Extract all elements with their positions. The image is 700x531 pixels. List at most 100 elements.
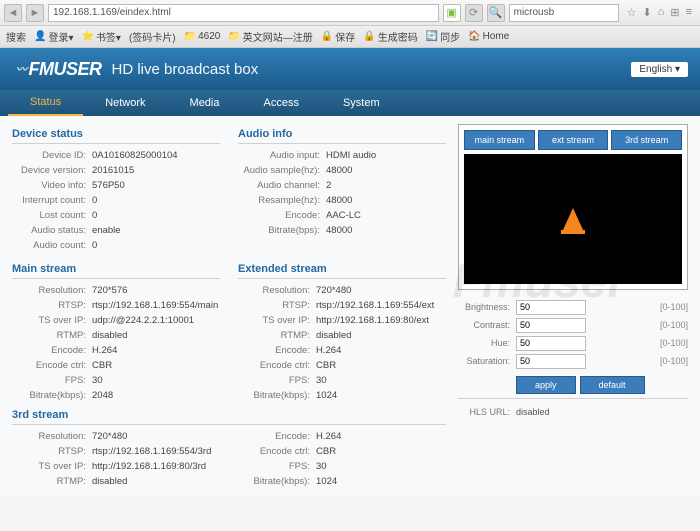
hls-value: disabled xyxy=(516,403,550,421)
bookmark-item[interactable]: (签码卡片) xyxy=(129,29,176,44)
section-ext-stream: Extended stream xyxy=(238,263,446,275)
product-title: HD live broadcast box xyxy=(112,61,259,78)
back-button[interactable]: ◄ xyxy=(4,4,22,22)
hls-label: HLS URL: xyxy=(458,403,516,421)
forward-button[interactable]: ► xyxy=(26,4,44,22)
section-main-stream: Main stream xyxy=(12,263,220,275)
row-value: udp://@224.2.2.1:10001 xyxy=(92,313,194,328)
row-label: Audio channel: xyxy=(238,178,326,193)
row-label: Bitrate(kbps): xyxy=(238,474,316,489)
bookmark-bar: 搜索 👤 登录▾ ⭐ 书签▾ (签码卡片) 📁 4620 📁 英文网站—注册 🔒… xyxy=(0,26,700,48)
default-button[interactable]: default xyxy=(580,376,645,394)
logo: 〰FMUSER xyxy=(16,59,102,80)
star-icon[interactable]: ☆ xyxy=(627,6,637,19)
page-header: 〰FMUSER HD live broadcast box English ▾ xyxy=(0,48,700,90)
row-label: Encode: xyxy=(12,343,92,358)
row-value: CBR xyxy=(316,444,336,459)
row-value: 2 xyxy=(326,178,331,193)
control-input[interactable] xyxy=(516,300,586,315)
reload-icon[interactable]: ⟳ xyxy=(465,4,483,22)
row-label: Device ID: xyxy=(12,148,92,163)
bookmark-item[interactable]: 🏠 Home xyxy=(468,31,509,42)
row-value: 48000 xyxy=(326,223,352,238)
row-label: FPS: xyxy=(238,459,316,474)
row-value: 30 xyxy=(92,373,103,388)
row-label: Video info: xyxy=(12,178,92,193)
row-label: Audio status: xyxy=(12,223,92,238)
control-label: Saturation: xyxy=(458,352,516,370)
video-preview[interactable] xyxy=(464,154,682,284)
row-label: Resolution: xyxy=(12,283,92,298)
row-label: RTSP: xyxy=(12,298,92,313)
row-label: RTMP: xyxy=(12,328,92,343)
bookmark-item[interactable]: 🔒 保存 xyxy=(321,29,355,44)
row-value: CBR xyxy=(92,358,112,373)
control-label: Hue: xyxy=(458,334,516,352)
search-icon[interactable]: 🔍 xyxy=(487,4,505,22)
bookmark-item[interactable]: 搜索 xyxy=(6,29,26,44)
row-label: RTSP: xyxy=(238,298,316,313)
preview-panel: main stream ext stream 3rd stream xyxy=(458,124,688,290)
tab-network[interactable]: Network xyxy=(83,90,167,116)
stream-tab-main[interactable]: main stream xyxy=(464,130,535,150)
row-label: Lost count: xyxy=(12,208,92,223)
row-value: H.264 xyxy=(316,429,341,444)
download-icon[interactable]: ⬇ xyxy=(642,6,651,19)
home-icon[interactable]: ⌂ xyxy=(658,6,665,19)
row-label: Encode ctrl: xyxy=(238,444,316,459)
section-device-status: Device status xyxy=(12,128,220,140)
tab-system[interactable]: System xyxy=(321,90,402,116)
bookmark-item[interactable]: 🔄 同步 xyxy=(426,29,460,44)
row-label: Bitrate(kbps): xyxy=(238,388,316,403)
stream-tab-ext[interactable]: ext stream xyxy=(538,130,609,150)
row-value: 720*480 xyxy=(316,283,351,298)
row-value: 48000 xyxy=(326,163,352,178)
apply-button[interactable]: apply xyxy=(516,376,576,394)
control-range: [0-100] xyxy=(586,298,688,316)
menu-icon[interactable]: ≡ xyxy=(686,6,692,19)
row-value: CBR xyxy=(316,358,336,373)
row-value: 576P50 xyxy=(92,178,125,193)
row-label: Encode: xyxy=(238,343,316,358)
bookmark-item[interactable]: 📁 4620 xyxy=(184,31,221,42)
row-value: 30 xyxy=(316,459,327,474)
row-value: HDMI audio xyxy=(326,148,376,163)
browser-toolbar: ◄ ► 192.168.1.169/eindex.html ▣ ⟳ 🔍 micr… xyxy=(0,0,700,26)
row-value: H.264 xyxy=(316,343,341,358)
control-input[interactable] xyxy=(516,336,586,351)
row-value: 0 xyxy=(92,193,97,208)
tab-status[interactable]: Status xyxy=(8,90,83,116)
row-label: TS over IP: xyxy=(12,459,92,474)
control-input[interactable] xyxy=(516,318,586,333)
grid-icon[interactable]: ⊞ xyxy=(670,6,679,19)
bookmark-item[interactable]: 📁 英文网站—注册 xyxy=(228,29,312,44)
row-value: rtsp://192.168.1.169:554/3rd xyxy=(92,444,211,459)
row-value: disabled xyxy=(92,328,127,343)
row-value: 0 xyxy=(92,208,97,223)
row-value: rtsp://192.168.1.169:554/ext xyxy=(316,298,434,313)
bookmark-item[interactable]: ⭐ 书签▾ xyxy=(81,29,120,44)
row-value: 1024 xyxy=(316,474,337,489)
bookmark-item[interactable]: 👤 登录▾ xyxy=(34,29,73,44)
row-label: TS over IP: xyxy=(12,313,92,328)
url-bar[interactable]: 192.168.1.169/eindex.html xyxy=(48,4,439,22)
row-value: disabled xyxy=(316,328,351,343)
tab-media[interactable]: Media xyxy=(168,90,242,116)
row-label: FPS: xyxy=(238,373,316,388)
search-input[interactable]: microusb xyxy=(509,4,619,22)
row-value: 720*480 xyxy=(92,429,127,444)
stream-tab-3rd[interactable]: 3rd stream xyxy=(611,130,682,150)
row-value: disabled xyxy=(92,474,127,489)
row-value: AAC-LC xyxy=(326,208,361,223)
row-label: Encode ctrl: xyxy=(12,358,92,373)
row-label: Resolution: xyxy=(238,283,316,298)
row-label: FPS: xyxy=(12,373,92,388)
row-label: Audio sample(hz): xyxy=(238,163,326,178)
row-value: 2048 xyxy=(92,388,113,403)
bookmark-item[interactable]: 🔒 生成密码 xyxy=(363,29,417,44)
control-input[interactable] xyxy=(516,354,586,369)
language-selector[interactable]: English ▾ xyxy=(631,62,688,77)
control-range: [0-100] xyxy=(586,316,688,334)
tab-access[interactable]: Access xyxy=(242,90,321,116)
main-tabs: Status Network Media Access System xyxy=(0,90,700,116)
